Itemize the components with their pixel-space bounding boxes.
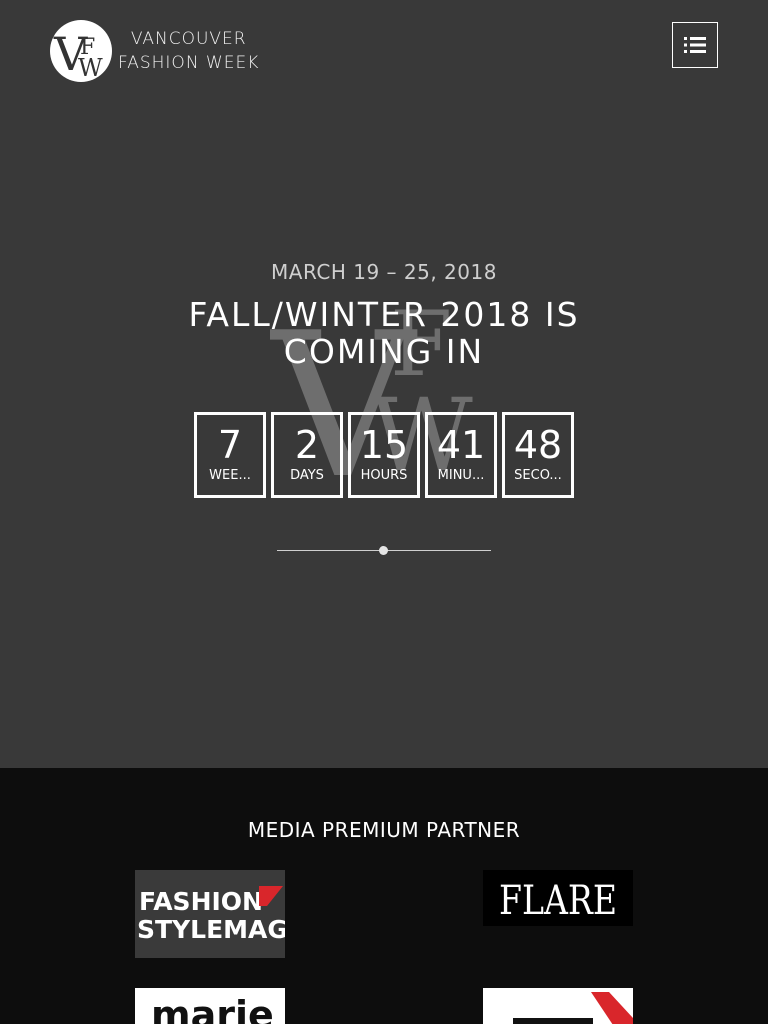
partner-logo-text: FLARE xyxy=(499,878,617,924)
countdown-label: WEE... xyxy=(209,468,251,483)
menu-button[interactable] xyxy=(672,22,718,68)
hero-headline: FALL/WINTER 2018 IS COMING IN xyxy=(184,296,584,370)
partner-logo-flare[interactable]: FLARE xyxy=(483,870,633,926)
countdown-value: 2 xyxy=(294,423,320,467)
site-header: V F W VANCOUVER FASHION WEEK xyxy=(0,0,768,100)
hero-section: V F W MARCH 19 – 25, 2018 FALL/WINTER 20… xyxy=(0,100,768,768)
countdown-hours: 15 HOURS xyxy=(348,412,420,498)
partner-logo-text: marie xyxy=(151,993,274,1024)
countdown-value: 41 xyxy=(436,423,486,467)
countdown-label: MINU... xyxy=(437,468,485,483)
logo-wordmark: VANCOUVER FASHION WEEK xyxy=(118,27,259,75)
countdown-seconds: 48 SECO... xyxy=(502,412,574,498)
logo-line-2: FASHION WEEK xyxy=(118,53,260,73)
vfw-logo-icon: V F W xyxy=(50,20,112,82)
countdown-minutes: 41 MINU... xyxy=(425,412,497,498)
logo-line-1: VANCOUVER xyxy=(130,29,247,49)
countdown-timer: 7 WEE... 2 DAYS 15 HOURS 41 MINU... 48 S… xyxy=(194,412,574,498)
countdown-label: HOURS xyxy=(360,468,408,483)
list-icon xyxy=(684,37,706,53)
logo[interactable]: V F W VANCOUVER FASHION WEEK xyxy=(50,20,259,82)
countdown-label: DAYS xyxy=(290,468,324,483)
partner-logo-text: FASHION xyxy=(139,887,263,916)
countdown-value: 7 xyxy=(217,423,243,467)
countdown-value: 48 xyxy=(513,423,563,467)
countdown-value: 15 xyxy=(359,423,409,467)
svg-text:W: W xyxy=(78,54,103,82)
countdown-days: 2 DAYS xyxy=(271,412,343,498)
headline-line-1: FALL/WINTER 2018 IS xyxy=(188,295,580,334)
divider-dot-icon xyxy=(379,546,388,555)
headline-line-2: COMING IN xyxy=(283,332,485,371)
countdown-weeks: 7 WEE... xyxy=(194,412,266,498)
event-date: MARCH 19 – 25, 2018 xyxy=(271,260,497,284)
partner-logo-fashion-stylemag[interactable]: FASHION STYLEMAG xyxy=(135,870,285,958)
partner-logo-partner[interactable] xyxy=(483,988,633,1024)
partner-logo-marie[interactable]: marie xyxy=(135,988,285,1024)
partners-heading: MEDIA PREMIUM PARTNER xyxy=(247,818,521,842)
media-partners-section: MEDIA PREMIUM PARTNER FASHION STYLEMAG F… xyxy=(0,768,768,1024)
countdown-label: SECO... xyxy=(514,468,562,483)
partner-logo-text: STYLEMAG xyxy=(137,915,285,944)
